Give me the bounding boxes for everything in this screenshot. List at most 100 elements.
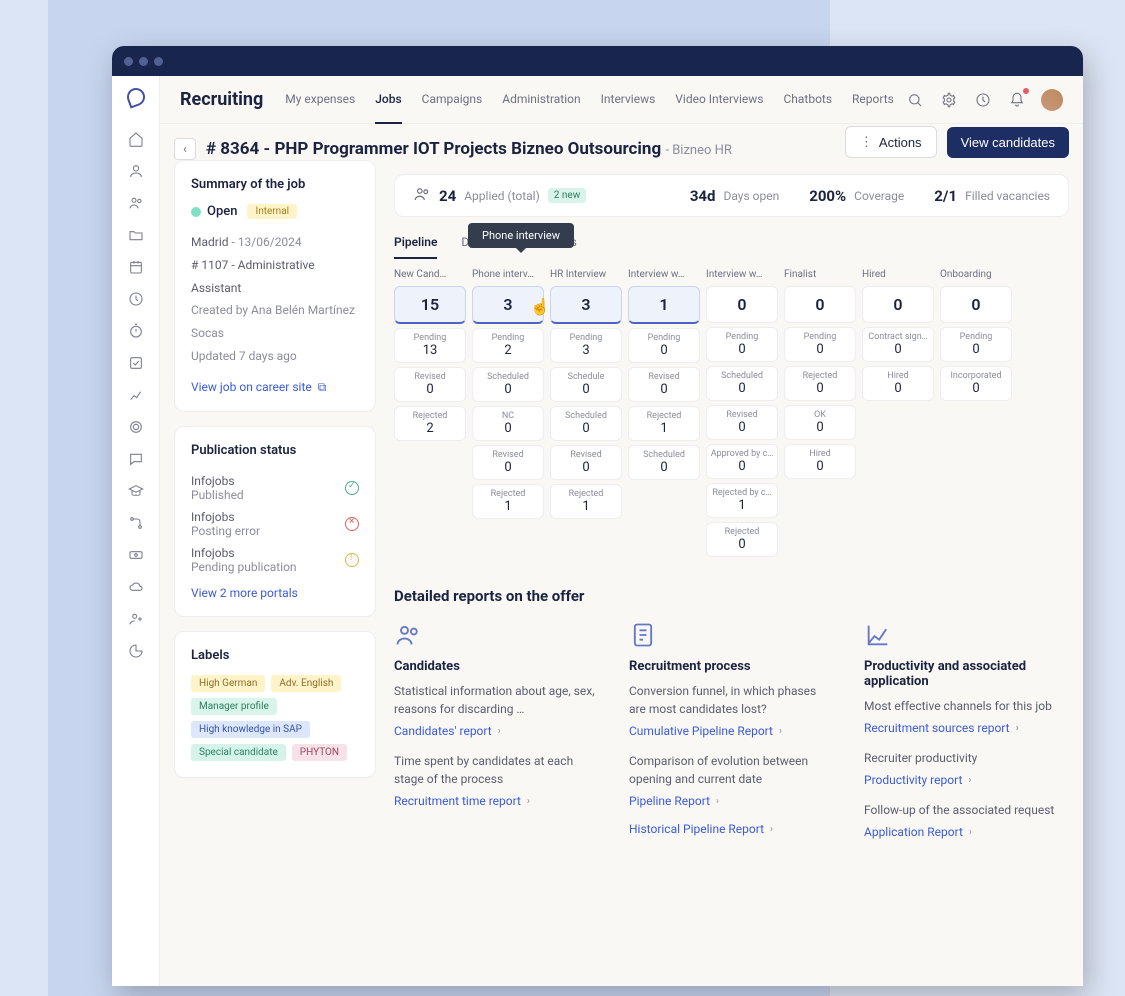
tab-reports[interactable]: Reports (852, 76, 894, 124)
folder-icon[interactable] (127, 226, 145, 244)
tab-jobs[interactable]: Jobs (375, 76, 401, 124)
window-minimize-icon[interactable] (139, 57, 148, 66)
tab-interviews[interactable]: Interviews (601, 76, 656, 124)
stage-cell[interactable]: Schedule0 (550, 367, 622, 402)
flow-icon[interactable] (127, 514, 145, 532)
avatar[interactable] (1041, 89, 1063, 111)
column-count[interactable]: 3 (550, 286, 622, 324)
cloud-icon[interactable] (127, 578, 145, 596)
subtab-pipeline[interactable]: Pipeline (394, 235, 437, 259)
home-icon[interactable] (127, 130, 145, 148)
careersite-link[interactable]: View job on career site ⧉ (191, 380, 359, 395)
column-count[interactable]: 15 (394, 286, 466, 324)
column-count[interactable]: 0 (940, 286, 1012, 323)
stage-cell[interactable]: Pending2 (472, 328, 544, 363)
column-count[interactable]: 3 (472, 286, 544, 324)
stage-cell[interactable]: Rejected0 (784, 366, 856, 401)
stage-cell[interactable]: Pending0 (706, 327, 778, 362)
activity-icon[interactable] (973, 90, 993, 110)
label-chip[interactable]: High German (191, 675, 265, 692)
stage-cell[interactable]: Revised0 (394, 367, 466, 402)
tab-campaigns[interactable]: Campaigns (422, 76, 483, 124)
label-chip[interactable]: Manager profile (191, 698, 277, 715)
stage-cell[interactable]: Hired0 (862, 366, 934, 401)
external-link-icon: ⧉ (318, 380, 327, 395)
clock-icon[interactable] (127, 290, 145, 308)
tab-video-interviews[interactable]: Video Interviews (675, 76, 763, 124)
person-icon[interactable] (127, 162, 145, 180)
stage-cell[interactable]: Incorporated0 (940, 366, 1012, 401)
stage-cell[interactable]: Pending3 (550, 328, 622, 363)
stage-cell[interactable]: Revised0 (550, 445, 622, 480)
view-candidates-button[interactable]: View candidates (947, 127, 1069, 158)
column-count[interactable]: 0 (706, 286, 778, 323)
people-icon[interactable] (127, 194, 145, 212)
label-chip[interactable]: High knowledge in SAP (191, 721, 310, 738)
calendar-icon[interactable] (127, 258, 145, 276)
actions-button[interactable]: ⋮Actions (845, 126, 937, 158)
column-count[interactable]: 0 (862, 286, 934, 323)
label-chip[interactable]: Special candidate (191, 744, 286, 761)
stage-cell[interactable]: OK0 (784, 405, 856, 440)
stage-cell[interactable]: Revised0 (472, 445, 544, 480)
stage-cell[interactable]: Pending0 (784, 327, 856, 362)
stage-cell[interactable]: Scheduled0 (472, 367, 544, 402)
window-close-icon[interactable] (124, 57, 133, 66)
back-button[interactable]: ‹ (174, 138, 196, 160)
pipeline-column: New Cand…15Pending13Revised0Rejected2 (394, 269, 466, 557)
check-icon (345, 481, 359, 495)
stage-cell[interactable]: NC0 (472, 406, 544, 441)
stage-cell[interactable]: Approved by c…0 (706, 444, 778, 479)
stat-coverage: 200%Coverage (809, 187, 904, 205)
stage-cell[interactable]: Pending0 (628, 328, 700, 363)
column-header: Interview w… (628, 269, 700, 280)
stage-cell[interactable]: Rejected2 (394, 406, 466, 441)
stage-cell[interactable]: Scheduled0 (628, 445, 700, 480)
label-chip[interactable]: PHYTON (292, 744, 347, 761)
stage-cell[interactable]: Rejected1 (628, 406, 700, 441)
money-icon[interactable] (127, 546, 145, 564)
chart-icon[interactable] (127, 386, 145, 404)
bell-icon[interactable] (1007, 90, 1027, 110)
report-link[interactable]: Application Report › (864, 825, 1069, 839)
stage-cell[interactable]: Rejected1 (472, 484, 544, 519)
report-link[interactable]: Historical Pipeline Report › (629, 822, 834, 836)
column-count[interactable]: 1 (628, 286, 700, 324)
report-link[interactable]: Candidates' report › (394, 724, 599, 738)
education-icon[interactable] (127, 482, 145, 500)
stage-cell[interactable]: Pending0 (940, 327, 1012, 362)
pie-icon[interactable] (127, 642, 145, 660)
chevron-right-icon: › (498, 726, 501, 737)
stage-cell[interactable]: Rejected by c…1 (706, 483, 778, 518)
stage-cell[interactable]: Revised0 (706, 405, 778, 440)
stage-cell[interactable]: Scheduled0 (550, 406, 622, 441)
chat-icon[interactable] (127, 450, 145, 468)
search-icon[interactable] (905, 90, 925, 110)
stage-cell[interactable]: Rejected1 (550, 484, 622, 519)
tab-administration[interactable]: Administration (502, 76, 580, 124)
checkbox-icon[interactable] (127, 354, 145, 372)
stage-cell[interactable]: Scheduled0 (706, 366, 778, 401)
publication-row: InfojobsPending publication (191, 542, 359, 578)
stage-cell[interactable]: Rejected0 (706, 522, 778, 557)
user-add-icon[interactable] (127, 610, 145, 628)
gear-icon[interactable] (939, 90, 959, 110)
report-link[interactable]: Cumulative Pipeline Report › (629, 724, 834, 738)
report-column: CandidatesStatistical information about … (394, 621, 599, 853)
report-link[interactable]: Productivity report › (864, 773, 1069, 787)
report-link[interactable]: Recruitment sources report › (864, 721, 1069, 735)
tab-chatbots[interactable]: Chatbots (783, 76, 832, 124)
more-portals-link[interactable]: View 2 more portals (191, 586, 359, 600)
report-link[interactable]: Pipeline Report › (629, 794, 834, 808)
report-link[interactable]: Recruitment time report › (394, 794, 599, 808)
stage-cell[interactable]: Revised0 (628, 367, 700, 402)
tab-my-expenses[interactable]: My expenses (285, 76, 355, 124)
stage-cell[interactable]: Contract sign…0 (862, 327, 934, 362)
target-icon[interactable] (127, 418, 145, 436)
label-chip[interactable]: Adv. English (271, 675, 341, 692)
window-maximize-icon[interactable] (154, 57, 163, 66)
timer-icon[interactable] (127, 322, 145, 340)
column-count[interactable]: 0 (784, 286, 856, 323)
stage-cell[interactable]: Pending13 (394, 328, 466, 363)
stage-cell[interactable]: Hired0 (784, 444, 856, 479)
